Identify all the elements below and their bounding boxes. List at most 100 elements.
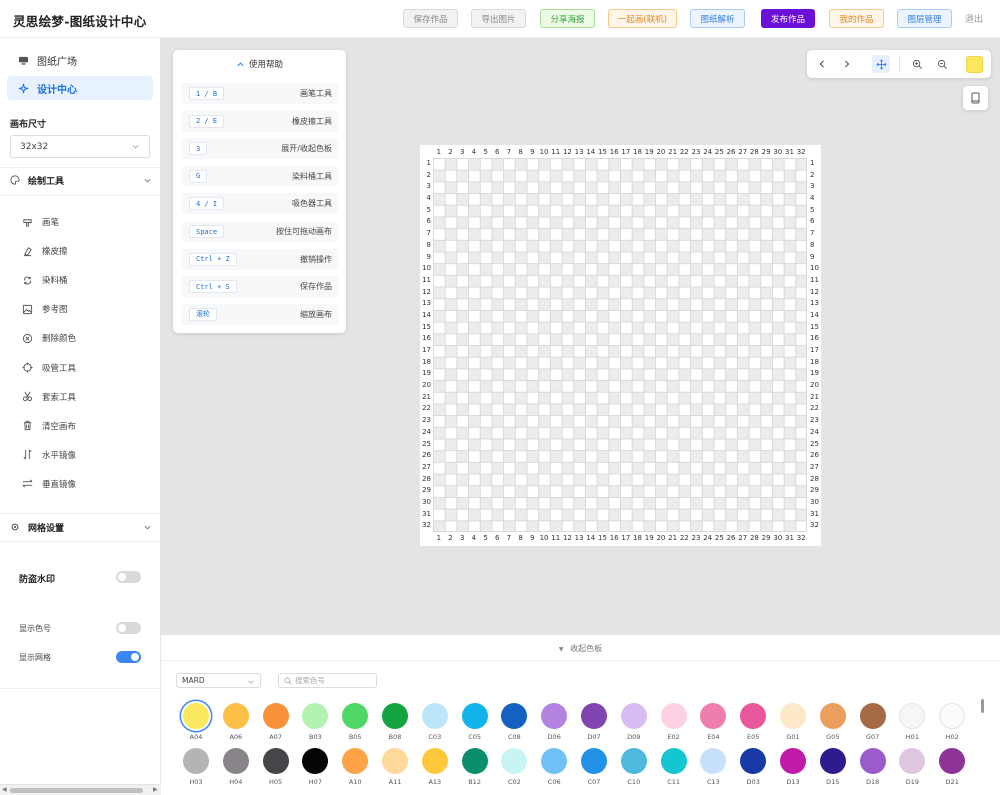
color-chip-a13[interactable]: A13 bbox=[420, 746, 450, 792]
zoom-in-button[interactable] bbox=[908, 55, 926, 73]
color-chip-h01[interactable]: H01 bbox=[897, 701, 927, 747]
color-chip-d07[interactable]: D07 bbox=[579, 701, 609, 747]
logout-button[interactable]: 退出 bbox=[965, 12, 983, 25]
tool-trash[interactable]: 清空画布 bbox=[22, 417, 76, 435]
tool-lasso[interactable]: 套索工具 bbox=[22, 388, 76, 406]
my-works-button[interactable]: 我的作品 bbox=[829, 9, 884, 28]
draw-together-button[interactable]: 一起画(联机) bbox=[608, 9, 677, 28]
color-chip-c06[interactable]: C06 bbox=[539, 746, 569, 792]
color-chip-c07[interactable]: C07 bbox=[579, 746, 609, 792]
color-chip-a04[interactable]: A04 bbox=[181, 701, 211, 747]
color-chip-d19[interactable]: D19 bbox=[897, 746, 927, 792]
book-button[interactable] bbox=[963, 86, 988, 110]
tool-flip-horizontal[interactable]: 水平镜像 bbox=[22, 446, 76, 464]
nav-item-gallery[interactable]: 图纸广场 bbox=[7, 48, 153, 72]
tool-eraser[interactable]: 橡皮擦 bbox=[22, 242, 68, 260]
color-chip-d06[interactable]: D06 bbox=[539, 701, 569, 747]
scrollbar-thumb[interactable] bbox=[981, 699, 984, 713]
color-chip-h02[interactable]: H02 bbox=[937, 701, 967, 747]
color-chip-c05[interactable]: C05 bbox=[460, 701, 490, 747]
tool-flip-vertical[interactable]: 垂直镜像 bbox=[22, 475, 76, 493]
draw-tools-header[interactable]: 绘制工具 bbox=[0, 167, 160, 193]
tool-bucket[interactable]: 染料桶 bbox=[22, 271, 68, 289]
color-chip-c03[interactable]: C03 bbox=[420, 701, 450, 747]
color-code: H04 bbox=[229, 778, 243, 786]
share-poster-button[interactable]: 分享海报 bbox=[540, 9, 595, 28]
color-chip-h04[interactable]: H04 bbox=[221, 746, 251, 792]
sparkle-icon bbox=[18, 83, 29, 93]
ruler-top-number: 30 bbox=[773, 148, 783, 156]
tool-eyedropper[interactable]: 吸管工具 bbox=[22, 359, 76, 377]
canvas-size-select[interactable]: 32x32 bbox=[10, 135, 150, 158]
move-tool-button[interactable] bbox=[872, 55, 890, 73]
help-panel-header[interactable]: 使用帮助 bbox=[173, 58, 346, 70]
lasso-icon bbox=[22, 391, 33, 402]
color-chip-a07[interactable]: A07 bbox=[261, 701, 291, 747]
color-chip-b12[interactable]: B12 bbox=[460, 746, 490, 792]
ruler-left-number: 19 bbox=[422, 369, 431, 378]
color-chip-a11[interactable]: A11 bbox=[380, 746, 410, 792]
color-chip-h07[interactable]: H07 bbox=[300, 746, 330, 792]
ruler-top-number: 6 bbox=[495, 148, 500, 156]
color-chip-e02[interactable]: E02 bbox=[659, 701, 689, 747]
chevron-down-icon bbox=[248, 680, 254, 684]
nav-item-design-center[interactable]: 设计中心 bbox=[7, 76, 153, 100]
color-chip-h03[interactable]: H03 bbox=[181, 746, 211, 792]
tool-image[interactable]: 参考图 bbox=[22, 300, 68, 318]
color-chip-d21[interactable]: D21 bbox=[937, 746, 967, 792]
color-chip-b05[interactable]: B05 bbox=[340, 701, 370, 747]
grid-settings-header[interactable]: 网格设置 bbox=[0, 514, 160, 540]
color-chip-d18[interactable]: D18 bbox=[858, 746, 888, 792]
show-code-toggle[interactable] bbox=[116, 622, 141, 634]
color-code: D13 bbox=[786, 778, 800, 786]
sidebar-horizontal-scrollbar[interactable]: ◀ ▶ bbox=[0, 784, 161, 795]
color-code: B03 bbox=[309, 733, 322, 741]
ruler-right-number: 2 bbox=[810, 170, 815, 179]
color-chip-d09[interactable]: D09 bbox=[619, 701, 649, 747]
color-chip-c02[interactable]: C02 bbox=[499, 746, 529, 792]
current-color-swatch[interactable] bbox=[966, 56, 983, 73]
layer-manager-button[interactable]: 图层管理 bbox=[897, 9, 952, 28]
watermark-toggle[interactable] bbox=[116, 571, 141, 583]
ruler-bottom-number: 12 bbox=[562, 534, 572, 542]
color-chip-d13[interactable]: D13 bbox=[778, 746, 808, 792]
brand-select[interactable]: MARD bbox=[176, 673, 261, 688]
color-chip-a10[interactable]: A10 bbox=[340, 746, 370, 792]
zoom-out-button[interactable] bbox=[933, 55, 951, 73]
tool-remove-color[interactable]: 删除颜色 bbox=[22, 329, 76, 347]
undo-button[interactable] bbox=[813, 55, 831, 73]
scroll-left-icon[interactable]: ◀ bbox=[2, 786, 7, 793]
color-chip-b03[interactable]: B03 bbox=[300, 701, 330, 747]
ruler-bottom-number: 24 bbox=[703, 534, 713, 542]
ruler-top-number: 28 bbox=[749, 148, 759, 156]
color-search-input[interactable]: 搜索色号 bbox=[278, 673, 377, 688]
color-chip-c11[interactable]: C11 bbox=[659, 746, 689, 792]
analyze-pattern-button[interactable]: 图纸解析 bbox=[690, 9, 745, 28]
color-chip-c08[interactable]: C08 bbox=[499, 701, 529, 747]
color-chip-g01[interactable]: G01 bbox=[778, 701, 808, 747]
color-chip-g05[interactable]: G05 bbox=[818, 701, 848, 747]
scroll-right-icon[interactable]: ▶ bbox=[153, 786, 158, 793]
publish-work-button[interactable]: 发布作品 bbox=[761, 9, 815, 28]
color-chip-d03[interactable]: D03 bbox=[738, 746, 768, 792]
save-work-button[interactable]: 保存作品 bbox=[403, 9, 458, 28]
collapse-palette-button[interactable]: ▼ 收起色板 bbox=[161, 643, 1000, 654]
redo-button[interactable] bbox=[838, 55, 856, 73]
tool-brush[interactable]: 画笔 bbox=[22, 213, 59, 231]
color-chip-c10[interactable]: C10 bbox=[619, 746, 649, 792]
color-chip-h05[interactable]: H05 bbox=[261, 746, 291, 792]
color-chip-e04[interactable]: E04 bbox=[698, 701, 728, 747]
color-chip-b08[interactable]: B08 bbox=[380, 701, 410, 747]
color-chip-d15[interactable]: D15 bbox=[818, 746, 848, 792]
shortcut-description: 染料桶工具 bbox=[292, 171, 332, 181]
export-image-button[interactable]: 导出图片 bbox=[471, 9, 526, 28]
color-chip-a06[interactable]: A06 bbox=[221, 701, 251, 747]
ruler-right-number: 13 bbox=[810, 299, 819, 308]
color-chip-c13[interactable]: C13 bbox=[698, 746, 728, 792]
show-grid-toggle[interactable] bbox=[116, 651, 141, 663]
color-chip-e05[interactable]: E05 bbox=[738, 701, 768, 747]
color-chip-g07[interactable]: G07 bbox=[858, 701, 888, 747]
color-swatch bbox=[541, 703, 568, 729]
palette-scrollbar[interactable] bbox=[980, 699, 985, 794]
scrollbar-thumb[interactable] bbox=[10, 788, 143, 793]
